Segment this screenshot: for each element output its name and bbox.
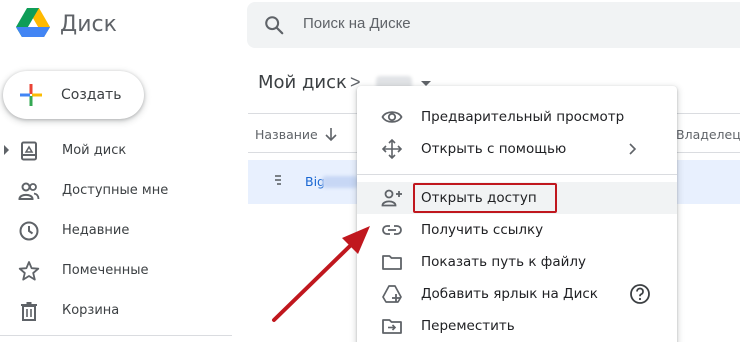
search-input[interactable] [303, 15, 603, 32]
link-icon [381, 219, 403, 241]
sort-arrow-icon[interactable] [324, 126, 338, 142]
breadcrumb-root[interactable]: Мой диск [258, 72, 347, 93]
create-button-label: Создать [61, 87, 122, 103]
sidebar-item-label: Помеченные [62, 263, 149, 278]
expand-caret-icon[interactable] [4, 145, 9, 155]
file-name-redacted [322, 176, 358, 188]
menu-item-label: Добавить ярлык на Диск [421, 286, 598, 302]
column-header-owner[interactable]: Владелец [676, 127, 740, 142]
menu-item-preview[interactable]: Предварительный просмотр [357, 101, 677, 133]
document-icon [272, 173, 284, 187]
move-arrows-icon [381, 138, 403, 160]
menu-item-label: Открыть с помощью [421, 141, 567, 157]
sidebar-item-label: Недавние [62, 223, 130, 238]
column-header-name[interactable]: Название [255, 127, 318, 142]
menu-item-get-link[interactable]: Получить ссылку [357, 214, 677, 246]
menu-divider [357, 174, 677, 175]
annotation-arrow [272, 226, 370, 322]
menu-item-move[interactable]: Переместить [357, 310, 677, 342]
search-icon[interactable] [263, 14, 285, 36]
sidebar-item-trash[interactable]: Корзина [0, 293, 232, 329]
search-bar[interactable] [247, 2, 740, 48]
chevron-right-icon [627, 141, 637, 157]
clock-icon [18, 220, 40, 242]
menu-item-add-shortcut[interactable]: Добавить ярлык на Диск [357, 278, 677, 310]
context-menu: Предварительный просмотр Открыть с помощ… [357, 86, 677, 342]
shared-people-icon [18, 180, 40, 202]
my-drive-icon [18, 140, 40, 162]
sidebar-item-recent[interactable]: Недавние [0, 213, 232, 249]
move-to-folder-icon [381, 315, 403, 337]
menu-item-show-location[interactable]: Показать путь к файлу [357, 246, 677, 278]
add-shortcut-icon [381, 283, 403, 305]
star-icon [18, 260, 40, 282]
plus-icon [19, 83, 43, 107]
menu-item-label: Предварительный просмотр [421, 109, 625, 125]
eye-icon [381, 106, 403, 128]
sidebar-item-label: Корзина [62, 303, 120, 318]
sidebar-item-label: Мой диск [62, 143, 127, 158]
create-button[interactable]: Создать [3, 71, 144, 119]
sidebar-divider [0, 335, 232, 336]
folder-icon [381, 251, 403, 273]
trash-icon [18, 300, 40, 322]
sidebar-item-shared[interactable]: Доступные мне [0, 173, 232, 209]
app-title: Диск [60, 12, 117, 37]
add-person-icon [381, 187, 403, 209]
sidebar-item-starred[interactable]: Помеченные [0, 253, 232, 289]
menu-item-label: Переместить [421, 318, 515, 334]
sidebar-item-my-drive[interactable]: Мой диск [0, 133, 232, 169]
annotation-highlight-box [413, 183, 557, 213]
drive-logo[interactable] [14, 6, 52, 40]
menu-item-label: Получить ссылку [421, 222, 544, 238]
menu-item-label: Показать путь к файлу [421, 254, 586, 270]
help-icon[interactable] [629, 283, 651, 305]
menu-item-open-with[interactable]: Открыть с помощью [357, 133, 677, 165]
sidebar-item-label: Доступные мне [62, 183, 169, 198]
